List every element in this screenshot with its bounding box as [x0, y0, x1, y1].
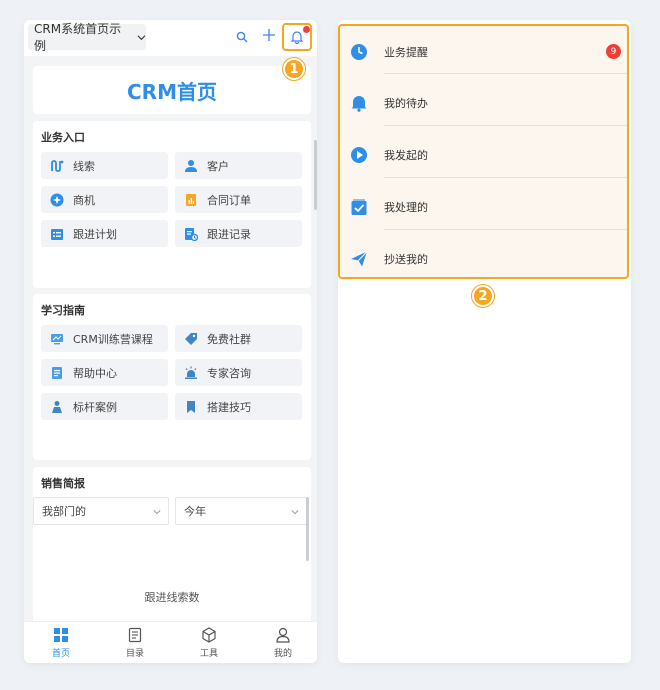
entry-contract[interactable]: 合同订单 — [175, 186, 302, 213]
guide-label: 免费社群 — [207, 332, 251, 346]
learning-guide-section: 学习指南 CRM训练营课程 免费社群 帮助中心 专家咨询 标杆案例 搭建技巧 — [33, 294, 311, 460]
guide-course[interactable]: CRM训练营课程 — [41, 325, 168, 352]
record-icon — [185, 227, 198, 241]
entry-label: 客户 — [207, 159, 229, 173]
nav-catalog[interactable]: 目录 — [110, 627, 160, 659]
period-filter-value: 今年 — [184, 505, 206, 518]
app-selector-label: CRM系统首页示例 — [34, 22, 122, 53]
nav-label: 首页 — [51, 649, 70, 659]
menu-business-reminder[interactable]: 业务提醒 9 — [340, 26, 627, 77]
menu-cc-to-me[interactable]: 抄送我的 — [340, 233, 627, 284]
customer-icon — [185, 159, 197, 172]
top-bar: CRM系统首页示例 — [24, 20, 317, 56]
leads-icon — [51, 159, 64, 172]
menu-label: 我处理的 — [384, 200, 428, 214]
menu-label: 抄送我的 — [384, 252, 428, 266]
guide-community[interactable]: 免费社群 — [175, 325, 302, 352]
notification-panel: 业务提醒 9 我的待办 我发起的 我处理的 抄送我的 — [338, 20, 631, 663]
nav-mine[interactable]: 我的 — [258, 627, 308, 659]
grid-icon — [54, 628, 68, 642]
crm-home-screen: CRM系统首页示例 CRM首页 业务入口 线索 客户 商机 合同订单 跟进计划 … — [24, 20, 317, 663]
guide-help-center[interactable]: 帮助中心 — [41, 359, 168, 386]
guide-cases[interactable]: 标杆案例 — [41, 393, 168, 420]
chevron-down-icon — [137, 34, 146, 40]
nav-home[interactable]: 首页 — [36, 627, 86, 659]
entry-leads[interactable]: 线索 — [41, 152, 168, 179]
entry-label: 商机 — [73, 193, 95, 207]
section-title: 学习指南 — [41, 304, 85, 317]
count-badge: 9 — [606, 44, 621, 59]
period-filter[interactable]: 今年 — [175, 497, 307, 525]
tag-icon — [185, 332, 197, 345]
search-icon[interactable] — [236, 31, 248, 43]
plus-icon[interactable] — [262, 28, 276, 42]
menu-label: 业务提醒 — [384, 45, 428, 59]
menu-my-todo[interactable]: 我的待办 — [340, 77, 627, 128]
user-icon — [276, 627, 290, 643]
menu-label: 我发起的 — [384, 148, 428, 162]
entry-opportunity[interactable]: 商机 — [41, 186, 168, 213]
chevron-down-icon — [291, 510, 299, 515]
scrollbar[interactable] — [306, 497, 309, 561]
expert-icon — [185, 366, 197, 379]
scrollbar[interactable] — [314, 140, 317, 210]
check-box-icon — [351, 198, 367, 215]
section-title: 销售简报 — [41, 477, 85, 490]
entry-label: 跟进记录 — [207, 227, 251, 241]
bookmark-icon — [187, 400, 195, 413]
cube-icon — [202, 627, 216, 643]
nav-label: 工具 — [199, 649, 218, 659]
help-doc-icon — [52, 366, 62, 379]
divider — [384, 229, 627, 230]
clock-icon — [351, 43, 367, 60]
sales-report-section: 销售简报 我部门的 今年 跟进线索数 — [33, 467, 311, 627]
nav-label: 我的 — [273, 649, 292, 659]
business-entry-section: 业务入口 线索 客户 商机 合同订单 跟进计划 跟进记录 — [33, 121, 311, 288]
guide-label: 标杆案例 — [73, 400, 117, 414]
bell-icon — [290, 31, 304, 44]
callout-badge-1: 1 — [283, 58, 305, 80]
bottom-nav: 首页 目录 工具 我的 — [24, 621, 317, 663]
menu-handled-by-me[interactable]: 我处理的 — [340, 181, 627, 232]
unread-dot — [303, 26, 310, 33]
catalog-icon — [128, 627, 142, 643]
callout-badge-2: 2 — [472, 285, 494, 307]
guide-expert[interactable]: 专家咨询 — [175, 359, 302, 386]
scope-filter-value: 我部门的 — [42, 505, 86, 518]
contract-icon — [186, 193, 196, 206]
guide-build-tips[interactable]: 搭建技巧 — [175, 393, 302, 420]
entry-label: 线索 — [73, 159, 95, 173]
course-icon — [51, 333, 63, 344]
opportunity-icon — [50, 193, 64, 206]
page-title: CRM首页 — [33, 66, 311, 114]
divider — [384, 125, 627, 126]
section-title: 业务入口 — [41, 131, 85, 144]
divider — [384, 73, 627, 74]
guide-label: 专家咨询 — [207, 366, 251, 380]
plan-icon — [51, 228, 63, 240]
metric-label: 跟进线索数 — [144, 591, 200, 604]
notification-button[interactable] — [282, 23, 312, 51]
notification-menu: 业务提醒 9 我的待办 我发起的 我处理的 抄送我的 — [338, 24, 629, 279]
entry-label: 合同订单 — [207, 193, 251, 207]
nav-label: 目录 — [125, 649, 144, 659]
entry-followup-record[interactable]: 跟进记录 — [175, 220, 302, 247]
guide-label: CRM训练营课程 — [73, 332, 153, 346]
case-icon — [52, 400, 62, 413]
entry-label: 跟进计划 — [73, 227, 117, 241]
guide-label: 帮助中心 — [73, 366, 117, 380]
paper-plane-icon — [351, 250, 368, 266]
play-icon — [351, 146, 367, 163]
chevron-down-icon — [153, 510, 161, 515]
app-selector[interactable]: CRM系统首页示例 — [28, 22, 146, 53]
menu-label: 我的待办 — [384, 96, 428, 110]
guide-label: 搭建技巧 — [207, 400, 251, 414]
nav-tools[interactable]: 工具 — [184, 627, 234, 659]
divider — [384, 177, 627, 178]
entry-customer[interactable]: 客户 — [175, 152, 302, 179]
scope-filter[interactable]: 我部门的 — [33, 497, 169, 525]
menu-initiated-by-me[interactable]: 我发起的 — [340, 129, 627, 180]
entry-followup-plan[interactable]: 跟进计划 — [41, 220, 168, 247]
bell-icon — [351, 95, 367, 112]
